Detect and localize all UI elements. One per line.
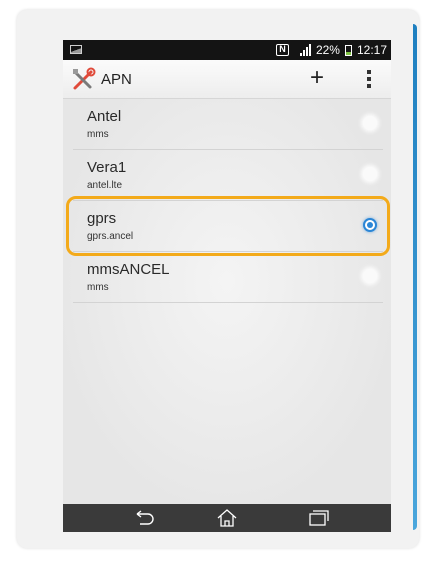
frame-edge-accent [413, 24, 417, 530]
navigation-bar [63, 504, 391, 532]
apn-radio-button[interactable] [363, 167, 377, 181]
tools-icon [73, 67, 96, 90]
recent-apps-icon[interactable] [305, 508, 331, 528]
back-icon[interactable] [131, 508, 157, 528]
apn-radio-button[interactable] [363, 116, 377, 130]
home-icon[interactable] [214, 508, 240, 528]
signal-icon [299, 44, 311, 56]
apn-name: Antel [87, 108, 122, 125]
battery-percent: 22% [315, 43, 340, 57]
status-bar-right: N 22% 12:17 [275, 42, 387, 58]
nfc-icon: N [275, 44, 289, 56]
picture-icon [70, 45, 82, 54]
apn-name: Vera1 [87, 159, 127, 176]
action-bar: APN + [63, 60, 391, 99]
apn-name: mmsANCEL [87, 261, 170, 278]
selection-highlight [66, 196, 390, 256]
apn-list: Antel mms Vera1 antel.lte gprs gprs.ance… [63, 99, 391, 504]
apn-item-antel[interactable]: Antel mms [73, 99, 383, 150]
apn-item-vera1[interactable]: Vera1 antel.lte [73, 150, 383, 201]
page-title: APN [101, 71, 132, 88]
overflow-menu-icon[interactable] [363, 68, 375, 90]
clock: 12:17 [356, 43, 387, 57]
apn-item-mmsancel[interactable]: mmsANCEL mms [73, 252, 383, 303]
add-apn-button[interactable]: + [304, 66, 330, 92]
apn-radio-button[interactable] [363, 269, 377, 283]
apn-value: mms [87, 129, 109, 140]
status-bar: N 22% 12:17 [63, 40, 391, 60]
battery-icon [344, 44, 352, 56]
apn-value: antel.lte [87, 180, 123, 191]
apn-value: mms [87, 282, 109, 293]
phone-screen: N 22% 12:17 APN + Antel mms Vera1 antel.… [63, 40, 391, 532]
